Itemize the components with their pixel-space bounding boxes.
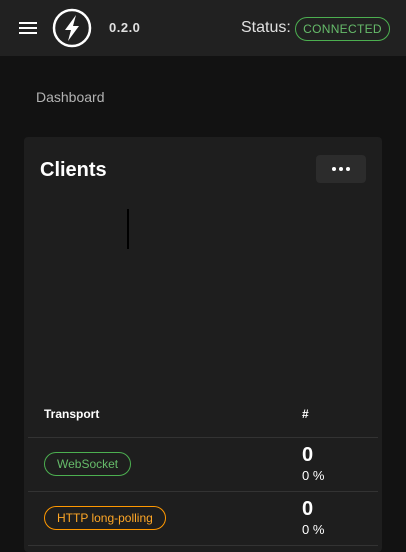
more-dot-icon xyxy=(339,167,343,171)
more-dot-icon xyxy=(346,167,350,171)
transport-chip-polling: HTTP long-polling xyxy=(44,506,166,530)
column-header-transport: Transport xyxy=(28,392,302,438)
table-header-row: Transport # xyxy=(28,392,378,438)
more-dot-icon xyxy=(332,167,336,171)
status-label: Status: xyxy=(241,19,291,36)
count-percent: 0 % xyxy=(302,522,325,537)
clients-card: Clients Transport # WebSocket 0 0 % HTTP… xyxy=(24,137,382,552)
table-row: HTTP long-polling 0 0 % xyxy=(28,491,378,546)
table-row: WebSocket 0 0 % xyxy=(28,437,378,492)
app-bar: 0.2.0 Status: CONNECTED xyxy=(0,0,406,56)
status-badge: CONNECTED xyxy=(295,17,390,41)
column-header-count: # xyxy=(302,392,378,438)
count-cell: 0 0 % xyxy=(302,437,378,492)
socketio-logo-icon xyxy=(52,8,92,48)
menu-icon[interactable] xyxy=(16,16,40,40)
count-percent: 0 % xyxy=(302,468,325,483)
more-options-button[interactable] xyxy=(316,155,366,183)
transport-cell: HTTP long-polling xyxy=(28,491,302,546)
transport-chip-websocket: WebSocket xyxy=(44,452,132,476)
count-cell: 0 0 % xyxy=(302,491,378,546)
chart-cursor-line xyxy=(127,209,129,249)
breadcrumb[interactable]: Dashboard xyxy=(36,89,105,105)
clients-chart xyxy=(40,201,366,391)
transport-cell: WebSocket xyxy=(28,437,302,492)
count-value: 0 xyxy=(302,498,314,520)
transport-table: Transport # WebSocket 0 0 % HTTP long-po… xyxy=(28,392,378,546)
version-label: 0.2.0 xyxy=(109,20,141,35)
count-value: 0 xyxy=(302,444,314,466)
card-title: Clients xyxy=(40,159,107,181)
